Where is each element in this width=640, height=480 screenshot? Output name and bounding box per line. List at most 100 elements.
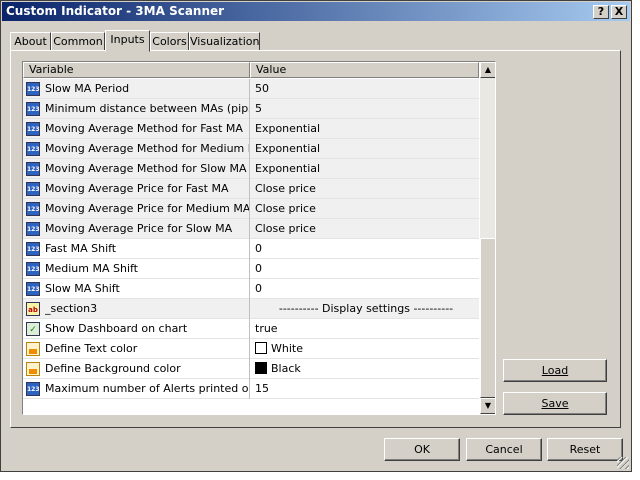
- value-text: Close price: [255, 182, 316, 195]
- grid-header: Variable Value: [23, 62, 479, 78]
- column-divider: [249, 299, 250, 319]
- reset-button[interactable]: Reset: [547, 438, 623, 461]
- ok-button[interactable]: OK: [384, 438, 460, 461]
- load-button[interactable]: Load: [503, 359, 607, 382]
- value-text: Exponential: [255, 122, 321, 135]
- variable-value[interactable]: Exponential: [253, 159, 477, 179]
- variable-value[interactable]: 0: [253, 239, 477, 259]
- inputs-grid: Variable Value 123 Slow MA Period 50 123 Min…: [22, 61, 496, 415]
- table-row[interactable]: ✓ Show Dashboard on chart true: [23, 319, 479, 339]
- table-row[interactable]: 123 Slow MA Period 50: [23, 79, 479, 99]
- scroll-up-icon[interactable]: ▲: [480, 62, 495, 78]
- table-row[interactable]: 123 Moving Average Price for Fast MA Close…: [23, 179, 479, 199]
- column-header-variable[interactable]: Variable: [23, 62, 250, 78]
- number-type-icon: 123: [26, 382, 40, 396]
- variable-value[interactable]: Exponential: [253, 139, 477, 159]
- number-type-icon: 123: [26, 142, 40, 156]
- variable-value[interactable]: 15: [253, 379, 477, 399]
- table-row[interactable]: ab _section3 ---------- Display settings -…: [23, 299, 479, 319]
- tab-colors[interactable]: Colors: [150, 32, 189, 51]
- table-row[interactable]: 123 Maximum number of Alerts printed on C…: [23, 379, 479, 399]
- variable-value[interactable]: Close price: [253, 199, 477, 219]
- variable-name: Medium MA Shift: [45, 262, 138, 275]
- variable-value[interactable]: Close price: [253, 179, 477, 199]
- table-row[interactable]: 123 Fast MA Shift 0: [23, 239, 479, 259]
- variable-value[interactable]: Black: [253, 359, 477, 379]
- scroll-thumb[interactable]: [480, 238, 495, 398]
- number-type-icon: 123: [26, 82, 40, 96]
- variable-value[interactable]: 0: [253, 259, 477, 279]
- table-row[interactable]: 123 Moving Average Price for Slow MA Close…: [23, 219, 479, 239]
- value-text: 0: [255, 242, 262, 255]
- variable-name: _section3: [45, 302, 98, 315]
- close-button[interactable]: X: [611, 5, 627, 19]
- variable-value[interactable]: 50: [253, 79, 477, 99]
- column-divider: [249, 99, 250, 119]
- column-divider: [249, 359, 250, 379]
- cancel-button[interactable]: Cancel: [466, 438, 542, 461]
- table-row[interactable]: 123 Moving Average Price for Medium MA Clo…: [23, 199, 479, 219]
- column-divider: [249, 219, 250, 239]
- column-divider: [249, 119, 250, 139]
- variable-value[interactable]: 0: [253, 279, 477, 299]
- variable-value[interactable]: true: [253, 319, 477, 339]
- table-row[interactable]: 123 Slow MA Shift 0: [23, 279, 479, 299]
- resize-grip-icon[interactable]: [617, 457, 629, 469]
- table-row[interactable]: 123 Moving Average Method for Fast MA Expo…: [23, 119, 479, 139]
- variable-name: Moving Average Method for Slow MA: [45, 162, 247, 175]
- variable-value[interactable]: White: [253, 339, 477, 359]
- dialog-window: Custom Indicator - 3MA Scanner ? X About…: [0, 0, 632, 472]
- number-type-icon: 123: [26, 282, 40, 296]
- table-row[interactable]: 123 Moving Average Method for Medium MA Ex…: [23, 139, 479, 159]
- column-divider: [249, 159, 250, 179]
- save-button[interactable]: Save: [503, 392, 607, 415]
- variable-name: Define Text color: [45, 342, 138, 355]
- vertical-scrollbar[interactable]: ▲ ▼: [480, 62, 495, 414]
- column-divider: [249, 379, 250, 399]
- save-label: Save: [541, 397, 569, 410]
- column-header-value[interactable]: Value: [250, 62, 479, 78]
- variable-value[interactable]: ---------- Display settings ----------: [253, 299, 477, 319]
- table-row[interactable]: Define Text color White: [23, 339, 479, 359]
- variable-name: Maximum number of Alerts printed on Char…: [45, 382, 249, 395]
- value-text: ---------- Display settings ----------: [278, 302, 454, 315]
- string-type-icon: ab: [26, 302, 40, 316]
- value-text: Black: [271, 362, 301, 375]
- table-row[interactable]: 123 Medium MA Shift 0: [23, 259, 479, 279]
- column-divider: [249, 199, 250, 219]
- variable-name: Moving Average Price for Slow MA: [45, 222, 233, 235]
- value-text: Close price: [255, 202, 316, 215]
- color-type-icon: [26, 362, 40, 376]
- variable-name: Moving Average Price for Medium MA: [45, 202, 249, 215]
- column-divider: [249, 319, 250, 339]
- table-row[interactable]: 123 Moving Average Method for Slow MA Expo…: [23, 159, 479, 179]
- table-row[interactable]: Define Background color Black: [23, 359, 479, 379]
- number-type-icon: 123: [26, 242, 40, 256]
- value-text: Close price: [255, 222, 316, 235]
- variable-name: Define Background color: [45, 362, 181, 375]
- value-text: Exponential: [255, 162, 321, 175]
- help-button[interactable]: ?: [593, 5, 609, 19]
- column-divider: [249, 279, 250, 299]
- tab-inputs[interactable]: Inputs: [105, 30, 150, 52]
- tab-visualization[interactable]: Visualization: [189, 32, 260, 51]
- scroll-down-icon[interactable]: ▼: [480, 398, 495, 414]
- value-text: 15: [255, 382, 269, 395]
- variable-value[interactable]: Exponential: [253, 119, 477, 139]
- variable-name: Show Dashboard on chart: [45, 322, 188, 335]
- window-title: Custom Indicator - 3MA Scanner: [6, 4, 225, 18]
- column-divider: [249, 239, 250, 259]
- variable-value[interactable]: Close price: [253, 219, 477, 239]
- column-divider: [249, 259, 250, 279]
- tab-about[interactable]: About: [10, 32, 51, 51]
- table-row[interactable]: 123 Minimum distance between MAs (pips) 5: [23, 99, 479, 119]
- variable-value[interactable]: 5: [253, 99, 477, 119]
- number-type-icon: 123: [26, 262, 40, 276]
- number-type-icon: 123: [26, 182, 40, 196]
- value-text: White: [271, 342, 303, 355]
- tab-common[interactable]: Common: [51, 32, 105, 51]
- column-divider: [249, 79, 250, 99]
- value-text: 5: [255, 102, 262, 115]
- column-divider: [249, 179, 250, 199]
- number-type-icon: 123: [26, 122, 40, 136]
